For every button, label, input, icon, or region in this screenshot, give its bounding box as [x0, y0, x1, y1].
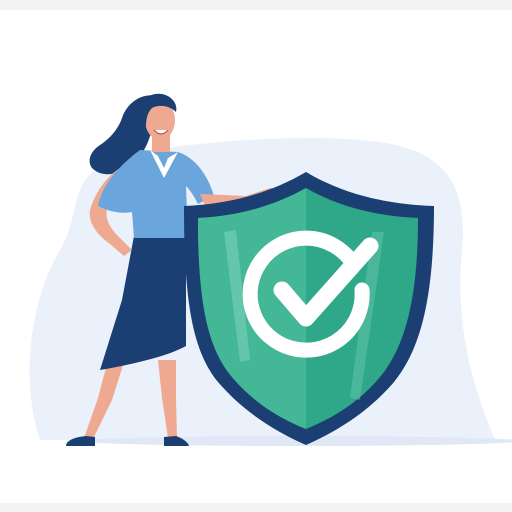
illustration-scene	[0, 0, 512, 512]
security-illustration	[29, 93, 512, 446]
